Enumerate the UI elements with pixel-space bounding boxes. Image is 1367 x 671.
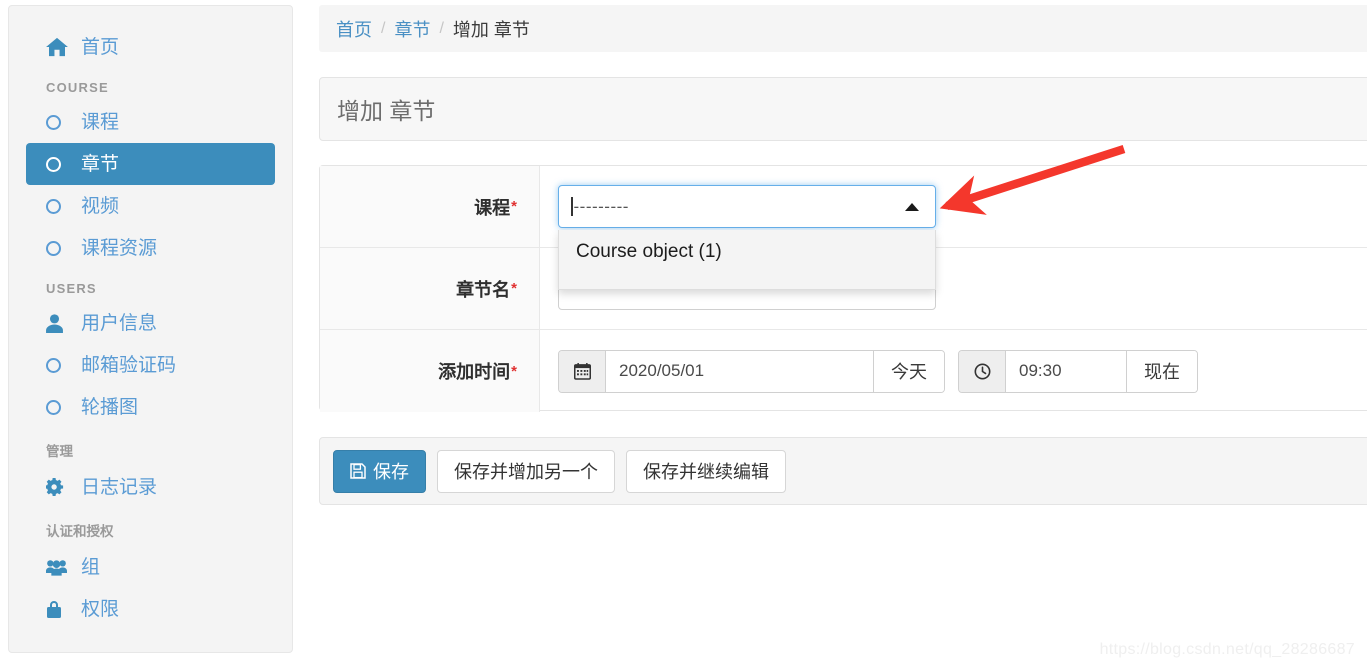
- circle-icon: [46, 240, 72, 256]
- breadcrumb: 首页 / 章节 / 增加 章节: [319, 5, 1367, 52]
- save-and-add-another-button[interactable]: 保存并增加另一个: [437, 449, 615, 493]
- sidebar-group-header-course: COURSE: [46, 80, 109, 95]
- users-group-icon: [46, 559, 72, 576]
- circle-icon: [46, 114, 72, 130]
- time-input[interactable]: [1006, 350, 1126, 392]
- content-area: 首页 / 章节 / 增加 章节 增加 章节 课程 * --------- Cou…: [319, 0, 1367, 671]
- circle-icon: [46, 357, 72, 373]
- breadcrumb-item-chapter[interactable]: 章节: [394, 16, 430, 42]
- sidebar-item-video[interactable]: 视频: [26, 185, 275, 227]
- course-dropdown-panel: Course object (1): [558, 230, 936, 290]
- form-action-bar: 保存 保存并增加另一个 保存并继续编辑: [319, 437, 1367, 505]
- sidebar-item-label: 轮播图: [81, 396, 139, 418]
- course-select-value: ---------: [571, 197, 629, 216]
- form-panel: 课程 * --------- Course object (1) 章节名 * 添…: [319, 165, 1367, 412]
- sidebar-item-chapter[interactable]: 章节: [26, 143, 275, 185]
- form-field-add-time: 今天 现在: [540, 330, 1367, 412]
- required-marker: *: [511, 362, 517, 380]
- sidebar-item-label: 权限: [81, 598, 120, 620]
- watermark: https://blog.csdn.net/qq_28286687: [1099, 641, 1355, 658]
- breadcrumb-item-home[interactable]: 首页: [336, 16, 372, 42]
- circle-icon: [46, 198, 72, 214]
- date-input-group: 今天: [558, 349, 945, 393]
- save-icon: [350, 463, 366, 479]
- sidebar: 首页 COURSE 课程 章节 视频 课程资源 USERS 用户信息 邮箱验证码…: [8, 5, 293, 653]
- sidebar-group-header-admin: 管理: [46, 444, 73, 459]
- calendar-icon: [559, 350, 606, 392]
- form-label-text: 添加时间: [438, 362, 511, 382]
- sidebar-item-permission[interactable]: 权限: [26, 588, 275, 630]
- sidebar-item-home[interactable]: 首页: [26, 26, 275, 68]
- save-button[interactable]: 保存: [333, 449, 426, 493]
- form-label-add-time: 添加时间 *: [320, 330, 540, 412]
- page-title-box: 增加 章节: [319, 77, 1367, 141]
- sidebar-item-label: 首页: [81, 36, 120, 58]
- sidebar-item-label: 日志记录: [81, 476, 158, 498]
- save-button-label: 保存: [373, 462, 409, 482]
- breadcrumb-separator: /: [381, 19, 386, 37]
- sidebar-item-label: 用户信息: [81, 312, 158, 334]
- now-button[interactable]: 现在: [1126, 350, 1197, 392]
- sidebar-item-label: 邮箱验证码: [81, 354, 177, 376]
- course-select[interactable]: ---------: [558, 185, 936, 228]
- sidebar-item-course[interactable]: 课程: [26, 101, 275, 143]
- breadcrumb-separator: /: [439, 19, 444, 37]
- sidebar-item-label: 组: [81, 556, 101, 578]
- sidebar-item-label: 章节: [81, 153, 120, 175]
- page-title: 增加 章节: [337, 98, 436, 124]
- breadcrumb-item-current: 增加 章节: [452, 19, 530, 40]
- required-marker: *: [511, 280, 517, 297]
- form-label-chapter-name: 章节名 *: [320, 248, 540, 329]
- sidebar-item-carousel[interactable]: 轮播图: [26, 386, 275, 428]
- sidebar-item-label: 课程: [81, 111, 120, 133]
- sidebar-item-course-resource[interactable]: 课程资源: [26, 227, 275, 269]
- course-dropdown-option[interactable]: Course object (1): [559, 230, 935, 274]
- sidebar-item-log[interactable]: 日志记录: [26, 466, 275, 508]
- gear-icon: [46, 478, 72, 496]
- lock-icon: [46, 600, 72, 619]
- form-row-add-time: 添加时间 * 2020/05/01 今天 09:30 现在: [320, 330, 1367, 412]
- course-select-placeholder: ---------: [573, 197, 629, 216]
- sidebar-group-header-users: USERS: [46, 281, 97, 296]
- required-marker: *: [511, 198, 517, 215]
- datetime-group: 今天 现在: [558, 349, 1211, 393]
- circle-icon: [46, 156, 72, 172]
- form-label-course: 课程 *: [320, 166, 540, 247]
- page-root: 首页 COURSE 课程 章节 视频 课程资源 USERS 用户信息 邮箱验证码…: [0, 0, 1367, 671]
- form-row-course: 课程 * --------- Course object (1): [320, 166, 1367, 290]
- sidebar-item-label: 课程资源: [81, 237, 158, 259]
- caret-up-icon[interactable]: [905, 202, 919, 211]
- sidebar-item-label: 视频: [81, 195, 120, 217]
- date-input[interactable]: [606, 350, 873, 392]
- form-field-course: --------- Course object (1): [540, 166, 1367, 290]
- today-button[interactable]: 今天: [873, 350, 944, 392]
- clock-icon: [959, 350, 1006, 392]
- circle-icon: [46, 399, 72, 415]
- save-and-continue-button[interactable]: 保存并继续编辑: [626, 449, 786, 493]
- home-icon: [46, 37, 72, 57]
- form-label-text: 章节名: [456, 279, 511, 300]
- text-cursor: [571, 197, 573, 216]
- sidebar-item-user-info[interactable]: 用户信息: [26, 302, 275, 344]
- sidebar-item-group[interactable]: 组: [26, 546, 275, 588]
- sidebar-group-header-auth: 认证和授权: [46, 524, 114, 539]
- user-icon: [46, 313, 72, 333]
- sidebar-item-email-code[interactable]: 邮箱验证码: [26, 344, 275, 386]
- form-label-text: 课程: [474, 197, 511, 218]
- time-input-group: 现在: [958, 349, 1198, 393]
- course-select-wrap: --------- Course object (1): [558, 185, 936, 290]
